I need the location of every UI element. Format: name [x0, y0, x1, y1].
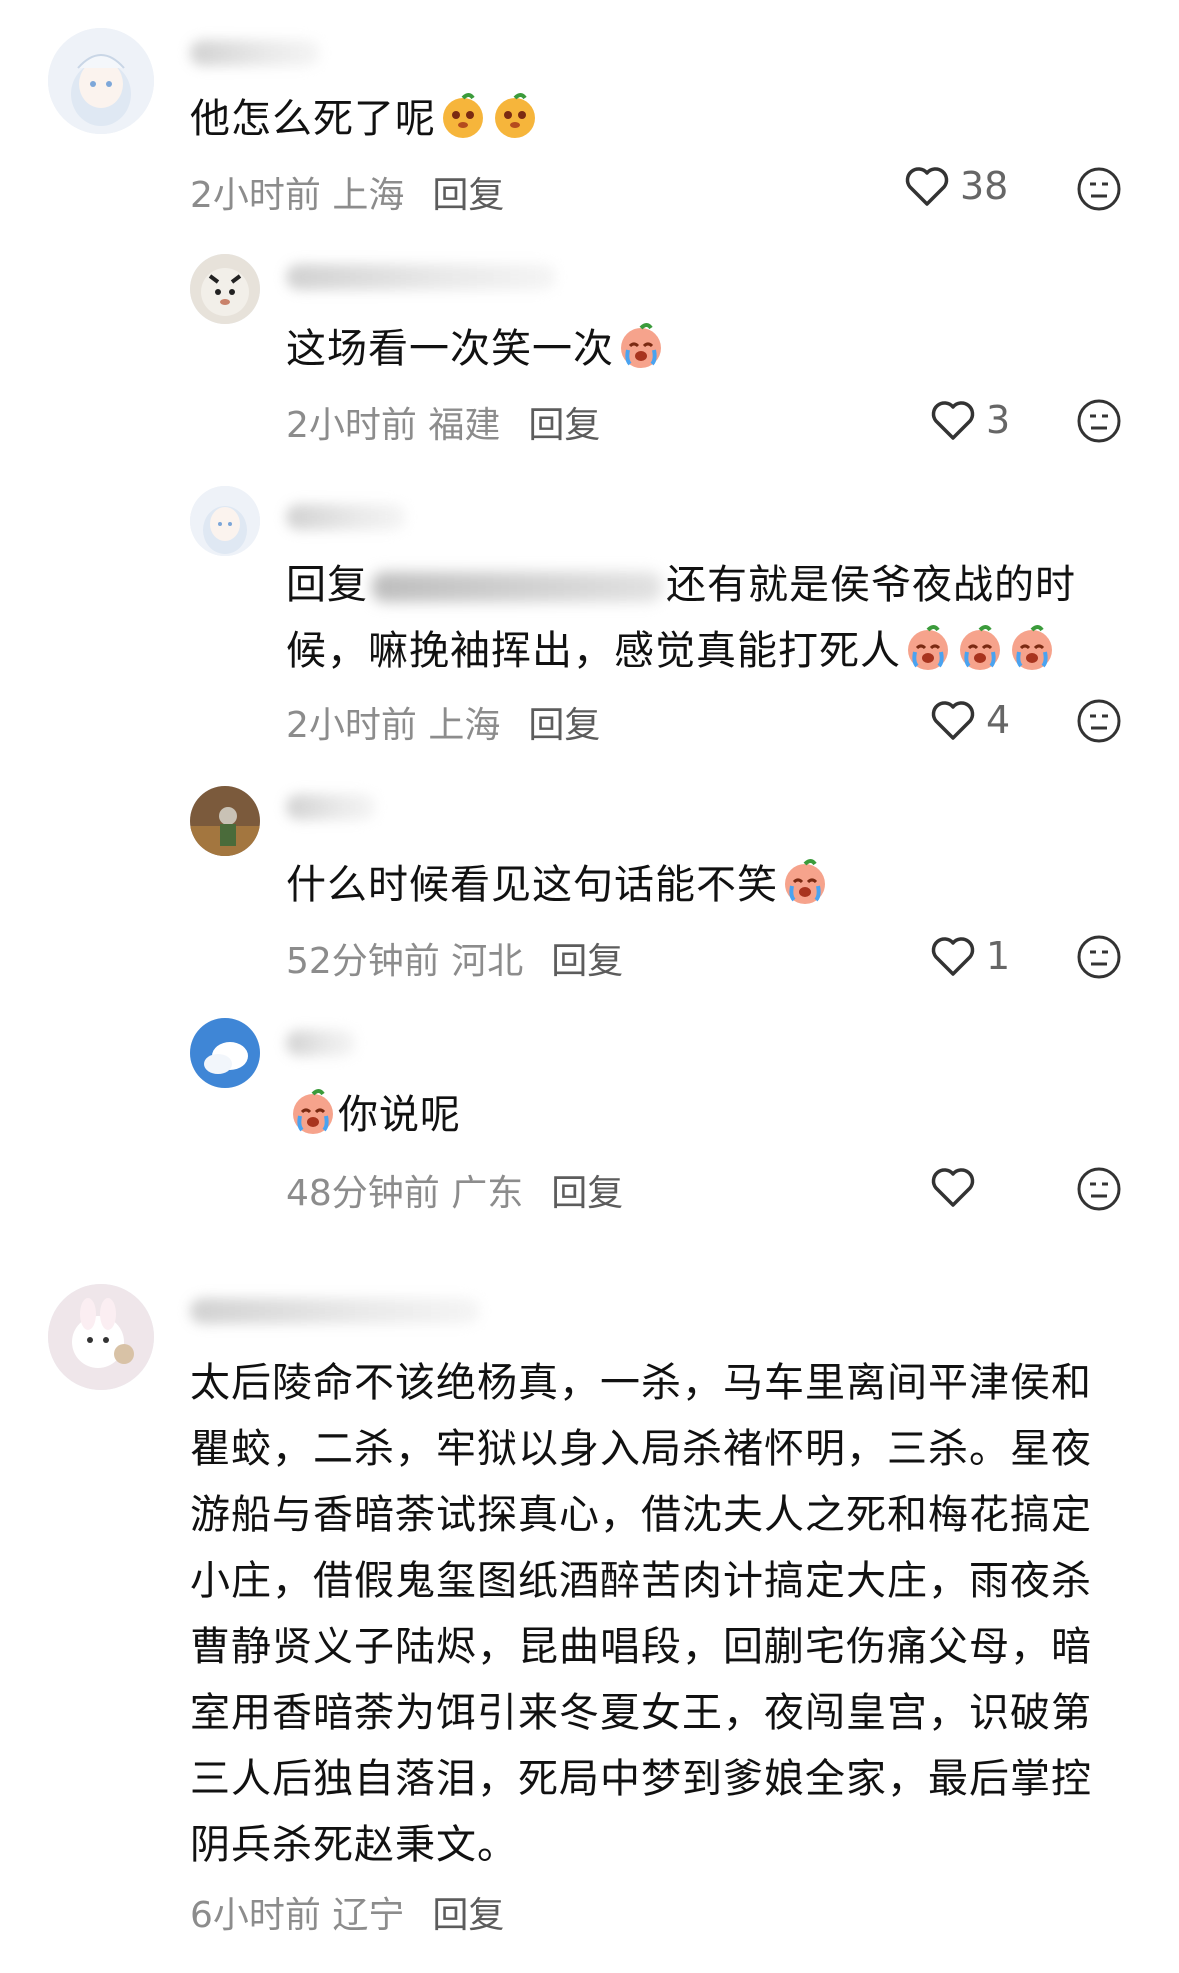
like-button[interactable]: 38 — [904, 164, 1008, 208]
meh-face-icon[interactable] — [1076, 398, 1122, 444]
like-count: 1 — [986, 934, 1011, 978]
username-blurred — [286, 1030, 356, 1056]
comment-meta: 52分钟前 河北 回复 — [286, 941, 624, 982]
reply-button[interactable]: 回复 — [432, 175, 504, 216]
meh-face-icon[interactable] — [1076, 166, 1122, 212]
avatar[interactable] — [190, 786, 260, 856]
meh-face-icon[interactable] — [1076, 934, 1122, 980]
like-button[interactable]: 4 — [930, 698, 1010, 742]
crying-peach-emoji — [288, 1086, 338, 1136]
like-button[interactable]: 3 — [930, 398, 1010, 442]
heart-icon — [931, 401, 975, 440]
comment-text: 回复 还有就是侯爷夜战的时 候，嘛挽袖挥出，感觉真能打死人 — [286, 562, 1076, 674]
comment-meta: 48分钟前 广东 回复 — [286, 1173, 624, 1214]
like-button[interactable] — [930, 1166, 986, 1208]
crying-peach-emoji — [1007, 622, 1057, 672]
meh-face-icon[interactable] — [1076, 1166, 1122, 1212]
comment-meta: 6小时前 辽宁 回复 — [190, 1895, 505, 1936]
comment-meta: 2小时前 福建 回复 — [286, 405, 601, 446]
username-blurred — [286, 794, 376, 820]
mango-face-emoji — [490, 90, 540, 140]
comment-text: 他怎么死了呢 — [190, 86, 540, 152]
avatar[interactable] — [190, 1018, 260, 1088]
like-count: 3 — [986, 398, 1011, 442]
heart-icon — [905, 167, 949, 206]
avatar[interactable] — [48, 1284, 154, 1390]
reply-button[interactable]: 回复 — [528, 705, 600, 746]
like-count: 38 — [960, 164, 1009, 208]
heart-icon — [931, 937, 975, 976]
comment-meta: 2小时前 上海 回复 — [190, 175, 505, 216]
comment-text: 你说呢 — [286, 1082, 461, 1148]
reply-button[interactable]: 回复 — [551, 941, 623, 982]
mention-blurred — [372, 572, 662, 602]
crying-peach-emoji — [616, 320, 666, 370]
username-blurred — [190, 1298, 480, 1324]
reply-button[interactable]: 回复 — [528, 405, 600, 446]
mango-face-emoji — [438, 90, 488, 140]
avatar[interactable] — [190, 254, 260, 324]
username-blurred — [286, 264, 556, 290]
reply-button[interactable]: 回复 — [551, 1173, 623, 1214]
crying-peach-emoji — [903, 622, 953, 672]
like-count: 4 — [986, 698, 1011, 742]
username-blurred — [286, 504, 406, 530]
meh-face-icon[interactable] — [1076, 698, 1122, 744]
like-button[interactable]: 1 — [930, 934, 1010, 978]
username-blurred — [190, 40, 320, 66]
comment-meta: 2小时前 上海 回复 — [286, 705, 601, 746]
avatar[interactable] — [190, 486, 260, 556]
avatar[interactable] — [48, 28, 154, 134]
heart-icon — [931, 701, 975, 740]
reply-button[interactable]: 回复 — [432, 1895, 504, 1936]
heart-icon — [931, 1168, 975, 1207]
crying-peach-emoji — [955, 622, 1005, 672]
crying-peach-emoji — [780, 856, 830, 906]
comment-text: 太后陵命不该绝杨真，一杀，马车里离间平津侯和 瞿蛟，二杀，牢狱以身入局杀褚怀明，… — [190, 1360, 1092, 1868]
comment-text: 这场看一次笑一次 — [286, 316, 666, 382]
comment-text: 什么时候看见这句话能不笑 — [286, 852, 830, 918]
